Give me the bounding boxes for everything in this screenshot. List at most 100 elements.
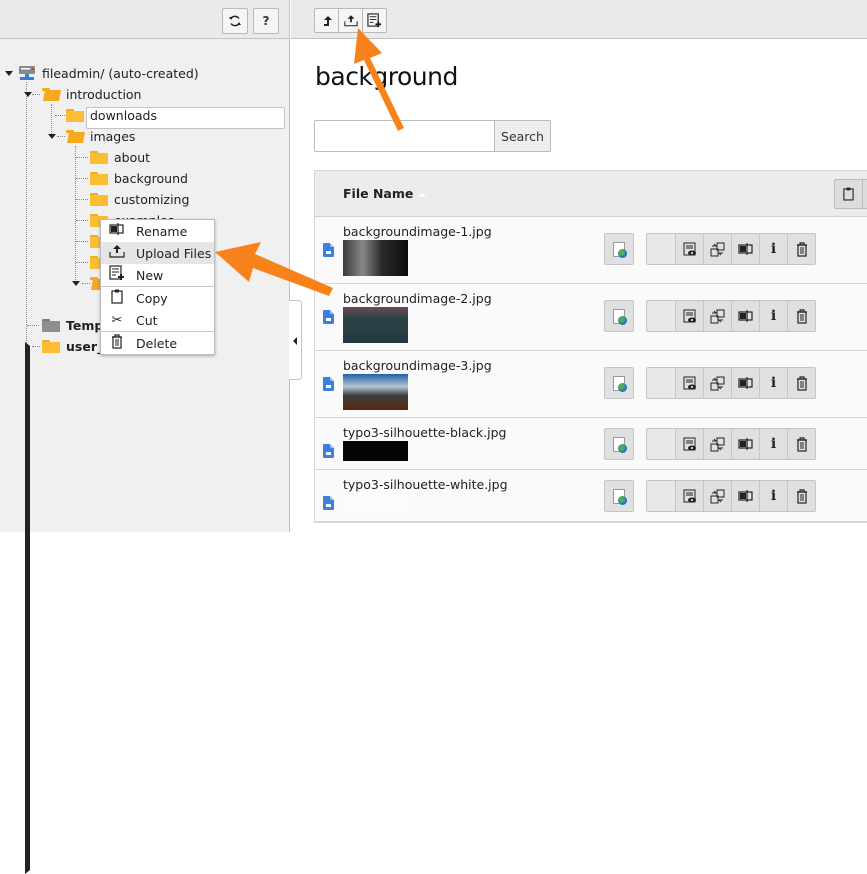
search-input[interactable] <box>314 120 495 152</box>
tree-line <box>76 241 88 242</box>
file-name-link[interactable]: backgroundimage-3.jpg <box>343 358 492 373</box>
file-name-link[interactable]: typo3-silhouette-white.jpg <box>343 477 508 492</box>
image-file-icon <box>323 310 334 324</box>
collapse-toggle[interactable] <box>5 71 13 76</box>
context-menu-new[interactable]: New <box>101 264 214 286</box>
tree-node[interactable]: downloads <box>66 105 157 125</box>
tree-line <box>76 220 88 221</box>
file-name-link[interactable]: typo3-silhouette-black.jpg <box>343 425 506 440</box>
web-view-button[interactable] <box>604 300 634 332</box>
up-level-button[interactable] <box>314 8 339 33</box>
table-row[interactable]: typo3-silhouette-white.jpg i <box>315 470 867 522</box>
context-menu-copy[interactable]: Copy <box>101 287 214 309</box>
context-menu-cut[interactable]: ✂ Cut <box>101 309 214 331</box>
translate-button[interactable] <box>703 480 732 512</box>
view-icon <box>683 309 697 324</box>
context-menu-rename[interactable]: Rename <box>101 220 214 242</box>
table-row[interactable]: backgroundimage-1.jpg i <box>315 217 867 284</box>
tree-node-label: background <box>114 170 188 186</box>
web-view-button[interactable] <box>604 233 634 265</box>
info-button[interactable]: i <box>759 300 788 332</box>
trash-icon <box>109 333 125 353</box>
clipboard-icon <box>843 187 854 201</box>
file-thumbnail[interactable] <box>343 441 408 461</box>
view-button[interactable] <box>675 428 704 460</box>
web-view-icon <box>613 375 627 392</box>
web-view-icon <box>613 488 627 505</box>
table-row[interactable]: backgroundimage-3.jpg i <box>315 351 867 418</box>
row-actions: i <box>646 300 816 332</box>
table-row[interactable]: typo3-silhouette-black.jpg i <box>315 418 867 470</box>
info-button[interactable]: i <box>759 428 788 460</box>
tree-node-user[interactable]: user_ <box>42 336 103 356</box>
info-button[interactable]: i <box>759 233 788 265</box>
refresh-button[interactable] <box>222 8 248 34</box>
file-name-link[interactable]: backgroundimage-2.jpg <box>343 291 492 306</box>
image-file-icon <box>323 496 334 510</box>
web-view-button[interactable] <box>604 480 634 512</box>
tree-line <box>27 325 39 326</box>
search-button[interactable]: Search <box>495 120 551 152</box>
translate-icon <box>710 437 725 452</box>
tree-node[interactable]: images <box>66 126 135 146</box>
rename-button[interactable] <box>731 480 760 512</box>
context-menu-delete[interactable]: Delete <box>101 332 214 354</box>
info-button[interactable]: i <box>759 367 788 399</box>
tree-node[interactable]: customizing <box>90 189 189 209</box>
file-thumbnail[interactable] <box>343 493 408 513</box>
delete-button[interactable] <box>787 428 816 460</box>
file-name-link[interactable]: backgroundimage-1.jpg <box>343 224 492 239</box>
tree-node-selected[interactable]: background <box>90 168 188 188</box>
web-view-button[interactable] <box>604 428 634 460</box>
rename-icon <box>737 490 754 502</box>
clipboard-button[interactable] <box>834 179 863 209</box>
tree-line <box>32 94 40 95</box>
file-table: File Name backgroundimage-1.jpg i backgr… <box>314 170 867 523</box>
context-menu-upload-files[interactable]: Upload Files <box>101 242 214 264</box>
view-button[interactable] <box>675 300 704 332</box>
view-button[interactable] <box>675 233 704 265</box>
collapse-toggle[interactable] <box>72 281 80 286</box>
collapse-toggle[interactable] <box>24 92 32 97</box>
file-thumbnail[interactable] <box>343 374 408 410</box>
translate-icon <box>710 489 725 504</box>
delete-button[interactable] <box>787 480 816 512</box>
tree-node[interactable]: introduction <box>42 84 141 104</box>
translate-button[interactable] <box>703 428 732 460</box>
new-file-button[interactable] <box>362 8 387 33</box>
web-view-button[interactable] <box>604 367 634 399</box>
delete-button[interactable] <box>787 233 816 265</box>
translate-button[interactable] <box>703 367 732 399</box>
info-button[interactable]: i <box>759 480 788 512</box>
translate-button[interactable] <box>703 300 732 332</box>
help-button[interactable]: ? <box>253 8 279 34</box>
rename-button[interactable] <box>731 428 760 460</box>
file-thumbnail[interactable] <box>343 307 408 343</box>
folder-icon <box>42 339 60 353</box>
context-menu-label: Copy <box>136 290 168 306</box>
delete-button[interactable] <box>787 300 816 332</box>
upload-button[interactable] <box>338 8 363 33</box>
rename-icon <box>109 223 125 239</box>
rename-button[interactable] <box>731 367 760 399</box>
folder-icon <box>90 192 108 206</box>
tree-node[interactable]: about <box>90 147 150 167</box>
view-button[interactable] <box>675 480 704 512</box>
delete-button[interactable] <box>787 367 816 399</box>
rename-button[interactable] <box>731 300 760 332</box>
action-placeholder <box>646 480 676 512</box>
view-button[interactable] <box>675 367 704 399</box>
table-header: File Name <box>315 171 867 217</box>
file-thumbnail[interactable] <box>343 240 408 276</box>
column-header-file-name[interactable]: File Name <box>343 186 427 201</box>
tree-line <box>75 146 76 284</box>
translate-button[interactable] <box>703 233 732 265</box>
rename-button[interactable] <box>731 233 760 265</box>
table-row[interactable]: backgroundimage-2.jpg i <box>315 284 867 351</box>
view-icon <box>683 489 697 504</box>
header-extra-button[interactable] <box>862 179 867 209</box>
tree-node-label: images <box>90 128 136 144</box>
tree-node-root[interactable]: fileadmin/ (auto-created) <box>18 63 199 83</box>
collapse-toggle[interactable] <box>48 134 56 139</box>
translate-icon <box>710 242 725 257</box>
